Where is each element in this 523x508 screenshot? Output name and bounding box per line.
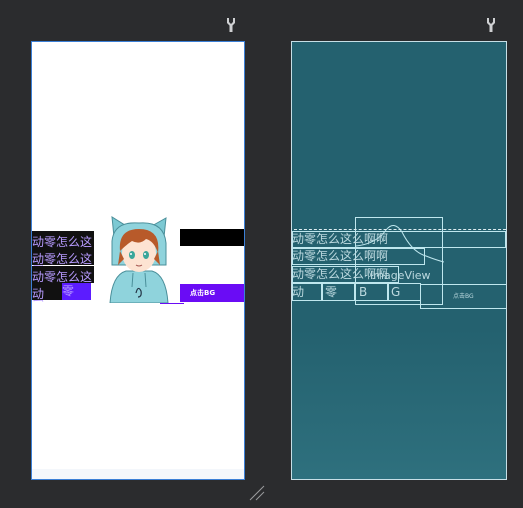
text-row-outline: 动零怎么这么啊啊 <box>292 231 506 248</box>
wrench-icon[interactable] <box>226 17 238 33</box>
text-row-label: 动零怎么这么啊啊 <box>292 232 389 246</box>
text-row-outline: B <box>355 283 388 301</box>
divider-line <box>160 303 184 304</box>
button-label: 点击BG <box>453 293 474 300</box>
text-row: 动零怎么这么 <box>32 266 94 304</box>
chip-outline: 零 <box>322 283 355 301</box>
black-bar-view <box>180 229 244 246</box>
text-row-label: 动 <box>292 285 305 299</box>
text-row: 动零怎么这么 <box>32 231 94 269</box>
text-row-label: 动零怎么这么啊啊 <box>292 249 389 263</box>
blueprint-surface[interactable]: ImageView 动零怎么这么啊啊 动零怎么这么啊啊 动零怎么这么啊啊 动 零… <box>291 41 507 480</box>
text-row-outline: 动零怎么这么啊啊 <box>292 248 425 265</box>
text-row-label: 动 <box>32 287 45 301</box>
wrench-icon[interactable] <box>486 17 498 33</box>
text-row-label: B <box>359 285 368 299</box>
text-row-label: G <box>391 285 401 299</box>
text-row-outline: G <box>388 283 421 301</box>
text-row-outline: 动 <box>292 283 322 301</box>
avatar-image[interactable] <box>106 215 172 304</box>
click-bg-button[interactable]: 点击BG <box>180 284 244 302</box>
chip-label: 零 <box>325 285 338 299</box>
text-row: 动 <box>32 283 62 301</box>
text-row-outline: 动零怎么这么啊啊 <box>292 266 399 283</box>
chip-label: 零 <box>62 284 75 298</box>
text-row-label: 动零怎么这么啊啊 <box>292 267 389 281</box>
design-surface[interactable]: 动零怎么这么 动零怎么这么 动零怎么这么 动 零 <box>31 41 245 480</box>
resize-handle-icon[interactable] <box>248 484 266 502</box>
text-row: 动零怎么这么 <box>32 248 94 286</box>
highlight-chip: 零 <box>62 283 91 300</box>
button-outline[interactable]: 点击BG <box>420 284 506 309</box>
